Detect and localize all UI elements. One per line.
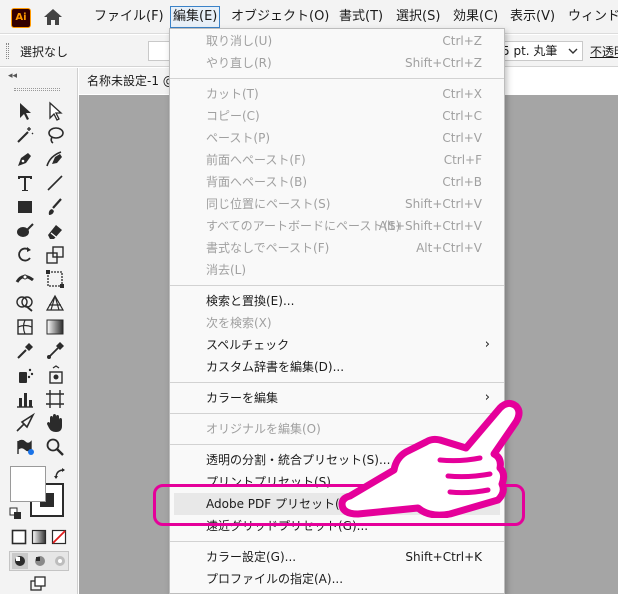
opacity-label[interactable]: 不透明 — [590, 43, 618, 60]
menu-item-copy[interactable]: コピー(C) Ctrl+C — [170, 105, 504, 127]
type-tool-icon[interactable] — [14, 172, 36, 194]
menu-view[interactable]: 表示(V) — [508, 6, 557, 28]
selection-status: 選択なし — [20, 45, 69, 59]
gradient-tool-icon[interactable] — [44, 316, 66, 338]
menu-item-color-settings[interactable]: カラー設定(G)... Shift+Ctrl+K — [170, 546, 504, 568]
symbol-stainer-tool-icon[interactable] — [44, 364, 66, 386]
direct-selection-tool-icon[interactable] — [44, 100, 66, 122]
panel-grip[interactable] — [6, 43, 9, 59]
symbol-sprayer-tool-icon[interactable] — [14, 364, 36, 386]
lasso-tool-icon[interactable] — [44, 124, 66, 146]
menu-item-paste-in-back[interactable]: 背面へペースト(B) Ctrl+B — [170, 171, 504, 193]
pen-tool-icon[interactable] — [14, 148, 36, 170]
rectangle-tool-icon[interactable] — [14, 196, 36, 218]
menu-item-undo[interactable]: 取り消し(U) Ctrl+Z — [170, 30, 504, 52]
menu-object[interactable]: オブジェクト(O) — [229, 6, 331, 28]
scale-tool-icon[interactable] — [44, 244, 66, 266]
default-colors-icon[interactable] — [8, 506, 24, 522]
shape-builder-tool-icon[interactable] — [14, 292, 36, 314]
menu-item-paste-all-artboards[interactable]: すべてのアートボードにペースト(S) Alt+Shift+Ctrl+V — [170, 215, 504, 237]
chevron-right-icon: › — [484, 337, 490, 352]
draw-behind-icon[interactable] — [32, 553, 48, 569]
selection-tool-icon[interactable] — [14, 100, 36, 122]
menu-window[interactable]: ウィンドウ — [566, 6, 618, 28]
document-tab[interactable]: 名称未設定-1 @ — [79, 68, 179, 94]
menu-item-paste-in-place[interactable]: 同じ位置にペースト(S) Shift+Ctrl+V — [170, 193, 504, 215]
menu-file[interactable]: ファイル(F) — [92, 6, 166, 28]
illustrator-logo-icon: Ai — [11, 8, 31, 28]
menu-type[interactable]: 書式(T) — [337, 6, 385, 28]
shaper-tool-icon[interactable] — [14, 220, 36, 242]
gradient-mode-icon[interactable] — [31, 529, 47, 545]
eyedropper-tool-icon[interactable] — [14, 340, 36, 362]
mesh-tool-icon[interactable] — [14, 316, 36, 338]
menu-effect[interactable]: 効果(C) — [451, 6, 500, 28]
curvature-tool-icon[interactable] — [44, 148, 66, 170]
column-graph-tool-icon[interactable] — [14, 388, 36, 410]
home-icon[interactable] — [42, 7, 64, 27]
menu-separator — [170, 285, 504, 286]
free-transform-tool-icon[interactable] — [44, 268, 66, 290]
menu-item-paste-in-front[interactable]: 前面へペースト(F) Ctrl+F — [170, 149, 504, 171]
artboard-tool-icon[interactable] — [44, 388, 66, 410]
toggle-screen-mode-icon[interactable] — [14, 436, 36, 458]
zoom-tool-icon[interactable] — [44, 436, 66, 458]
fill-color-large-swatch[interactable] — [10, 466, 46, 502]
tools-grip[interactable] — [14, 88, 60, 91]
menu-item-find-replace[interactable]: 検索と置換(E)... — [170, 290, 504, 312]
tools-panel: ◂◂ — [0, 68, 78, 594]
color-mode-icon[interactable] — [11, 529, 27, 545]
menu-item-redo[interactable]: やり直し(R) Shift+Ctrl+Z — [170, 52, 504, 74]
eraser-tool-icon[interactable] — [44, 220, 66, 242]
perspective-grid-tool-icon[interactable] — [44, 292, 66, 314]
menu-select[interactable]: 選択(S) — [394, 6, 442, 28]
menu-separator — [170, 541, 504, 542]
menu-item-paste-without-formatting[interactable]: 書式なしでペースト(F) Alt+Ctrl+V — [170, 237, 504, 259]
none-mode-icon[interactable] — [51, 529, 67, 545]
menu-item-cut[interactable]: カット(T) Ctrl+X — [170, 83, 504, 105]
menu-item-find-next[interactable]: 次を検索(X) — [170, 312, 504, 334]
menu-separator — [170, 382, 504, 383]
change-screen-mode-icon[interactable] — [30, 576, 46, 592]
menu-item-paste[interactable]: ペースト(P) Ctrl+V — [170, 127, 504, 149]
menu-item-clear[interactable]: 消去(L) — [170, 259, 504, 281]
menu-item-assign-profile[interactable]: プロファイルの指定(A)... — [170, 568, 504, 590]
draw-inside-icon[interactable] — [52, 553, 68, 569]
draw-normal-icon[interactable] — [12, 553, 28, 569]
swap-fill-stroke-icon[interactable] — [52, 466, 68, 482]
pointing-hand-icon — [330, 398, 530, 519]
collapse-panel-icon[interactable]: ◂◂ — [8, 71, 17, 81]
paintbrush-tool-icon[interactable] — [44, 196, 66, 218]
line-segment-tool-icon[interactable] — [44, 172, 66, 194]
menu-item-edit-custom-dictionary[interactable]: カスタム辞書を編集(D)... — [170, 356, 504, 378]
menu-edit[interactable]: 編集(E) — [170, 6, 221, 28]
width-tool-icon[interactable] — [14, 268, 36, 290]
fill-color-swatch[interactable] — [148, 41, 170, 61]
menu-separator — [170, 78, 504, 79]
blend-tool-icon[interactable] — [44, 340, 66, 362]
menu-item-spell-check[interactable]: スペルチェック › — [170, 334, 504, 356]
chevron-down-icon[interactable] — [566, 43, 580, 59]
rotate-tool-icon[interactable] — [14, 244, 36, 266]
hand-tool-icon[interactable] — [44, 412, 66, 434]
magic-wand-tool-icon[interactable] — [14, 124, 36, 146]
slice-tool-icon[interactable] — [14, 412, 36, 434]
